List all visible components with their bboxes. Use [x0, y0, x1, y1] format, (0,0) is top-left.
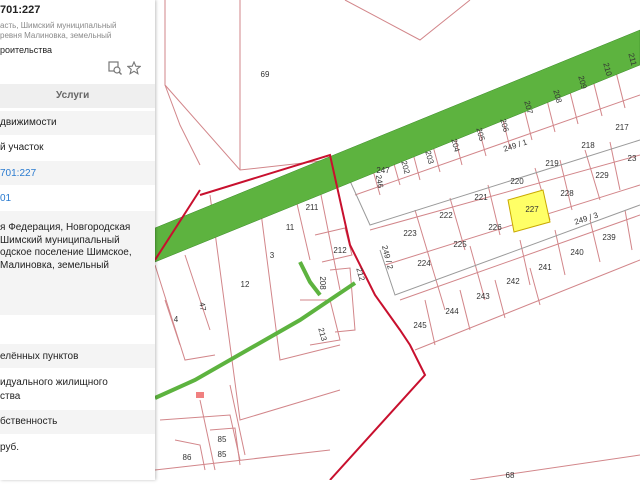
services-label: Услуги [56, 90, 90, 101]
parcel-label: 243 [476, 292, 490, 301]
services-header: Услуги [0, 84, 155, 108]
favorite-star-icon[interactable] [127, 61, 141, 75]
parcel-label: 221 [474, 193, 488, 202]
info-row: бственность [0, 410, 155, 434]
cadastral-number-link-row[interactable]: 701:227 [0, 161, 155, 185]
info-row: елённых пунктов [0, 344, 155, 368]
address-subtitle-line-1: асть, Шимский муниципальный [0, 21, 117, 30]
parcel-label: 226 [488, 223, 502, 232]
parcel-label: 211 [306, 203, 319, 212]
info-row: руб. [0, 442, 20, 453]
parcel-label: 224 [417, 259, 431, 268]
parcel-label: 223 [403, 229, 417, 238]
parcel-label: 208 [318, 276, 327, 290]
quarter-link-row[interactable]: 01 [0, 187, 155, 209]
parcel-label: 245 [413, 321, 427, 330]
parcel-label: 85 [218, 450, 227, 459]
parcel-label: 227 [525, 205, 539, 214]
cadastral-number-link[interactable]: 701:227 [0, 168, 36, 179]
parcel-label: 228 [560, 189, 574, 198]
parcel-label: 239 [602, 233, 616, 242]
quarter-link[interactable]: 01 [0, 193, 11, 204]
parcel-label: 3 [270, 251, 275, 260]
parcel-label: 12 [241, 280, 250, 289]
parcel-label: 69 [261, 70, 270, 79]
info-row: идуального жилищного ства [0, 377, 108, 402]
purpose-text: роительства [0, 45, 53, 55]
zoom-to-icon[interactable] [108, 61, 122, 75]
parcel-label: 85 [218, 435, 227, 444]
parcel-label: 212 [333, 246, 347, 255]
parcel-label: 217 [615, 123, 629, 132]
info-row: й участок [0, 142, 44, 153]
cadastral-number-title: 701:227 [0, 4, 41, 16]
parcel-label: 229 [595, 171, 609, 180]
parcel-label: 23 [628, 154, 637, 163]
parcel-label: 240 [570, 248, 584, 257]
parcel-label: 68 [506, 471, 515, 480]
address-subtitle-line-2: ревня Малиновка, земельный [0, 31, 112, 40]
parcel-label: 225 [453, 240, 467, 249]
parcel-label: 222 [439, 211, 453, 220]
parcel-label: 219 [545, 159, 559, 168]
parcel-label: 244 [445, 307, 459, 316]
parcel-label: 4 [174, 315, 179, 324]
parcel-label: 241 [538, 263, 552, 272]
parcel-label: 247 [376, 166, 390, 175]
info-row: движимости [0, 111, 155, 135]
full-address: я Федерация, Новгородская Шимский муници… [0, 222, 132, 271]
parcel-label: 242 [506, 277, 520, 286]
parcel-label: 218 [581, 141, 595, 150]
parcel-label: 86 [183, 453, 192, 462]
info-panel: 701:227 асть, Шимский муниципальный ревн… [0, 0, 155, 480]
parcel-label: 220 [510, 177, 524, 186]
building-marker [196, 392, 204, 398]
info-row-empty [0, 318, 155, 342]
parcel-label: 11 [286, 223, 295, 232]
